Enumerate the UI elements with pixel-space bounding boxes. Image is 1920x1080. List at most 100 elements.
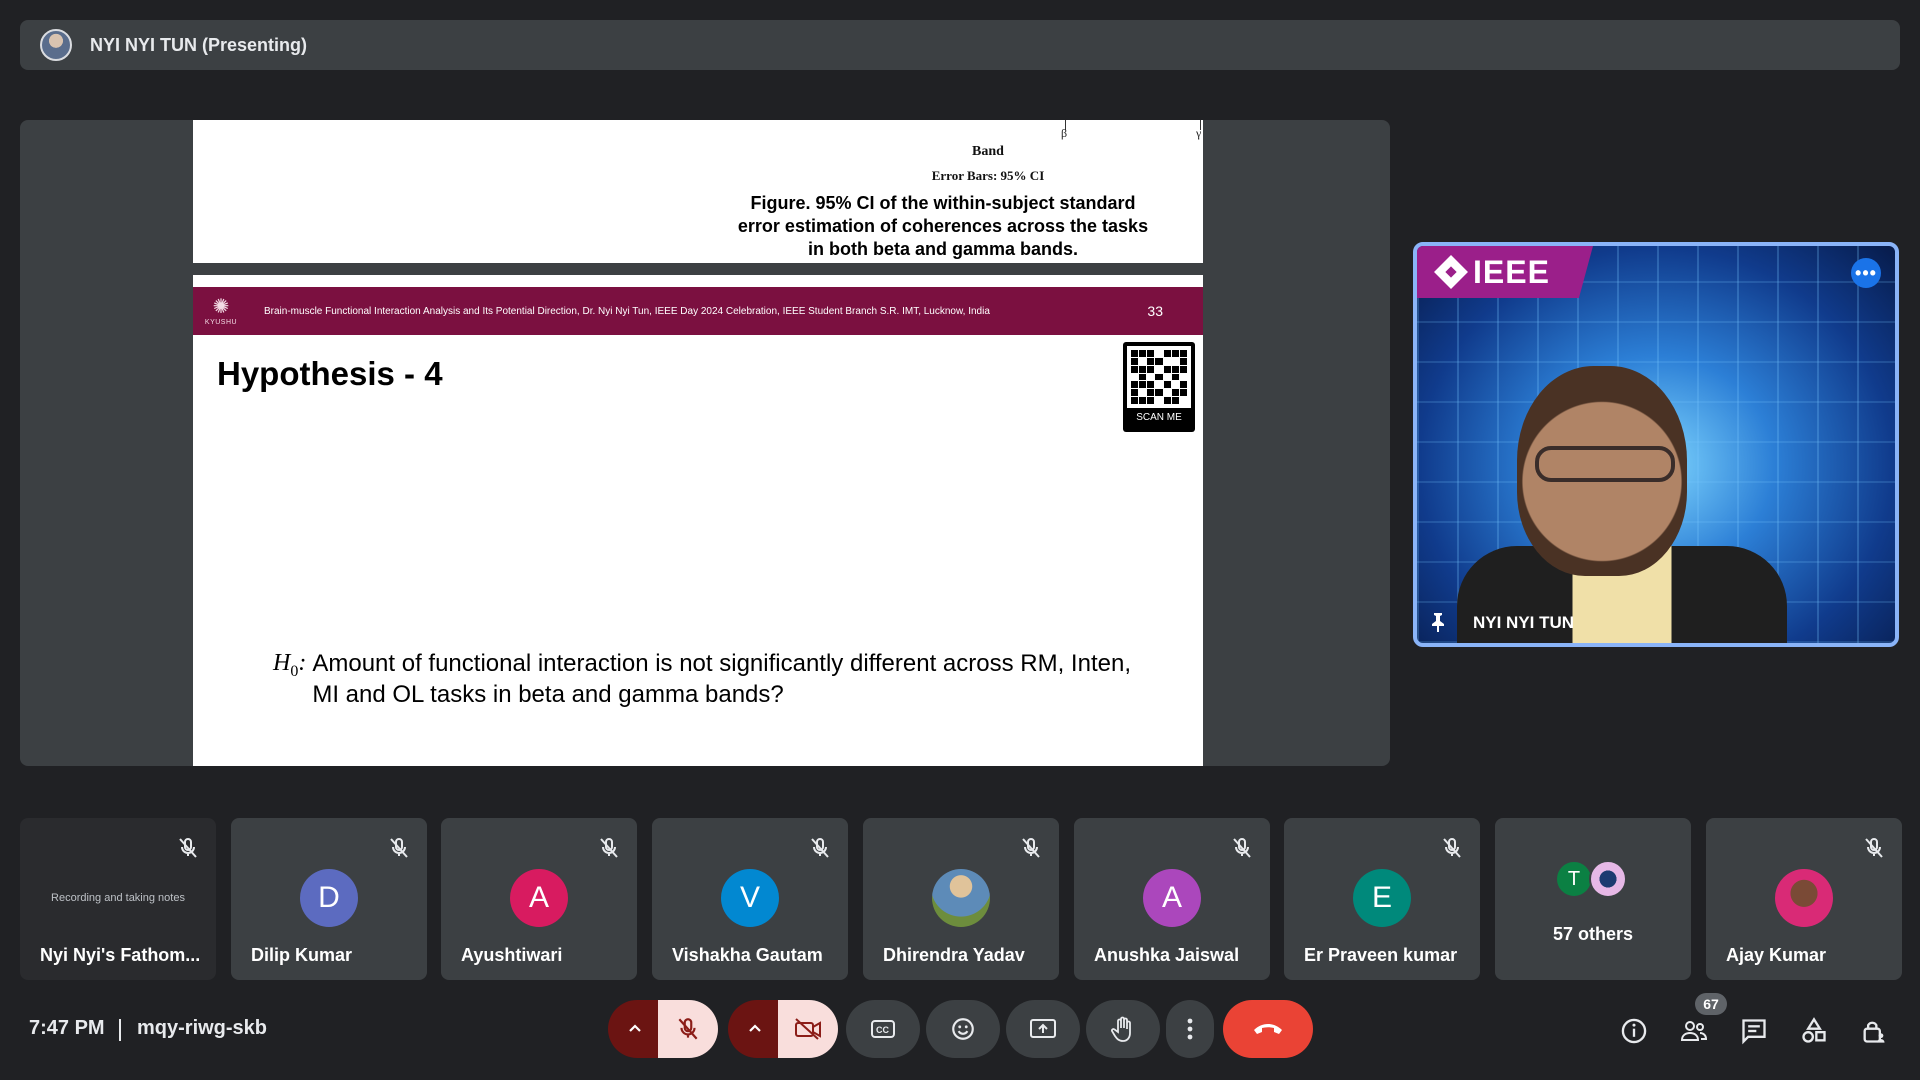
raise-hand-button[interactable] [1086, 1000, 1160, 1058]
mic-toggle-button[interactable] [658, 1000, 718, 1058]
svg-text:CC: CC [876, 1025, 889, 1035]
slide-header-text: Brain-muscle Functional Interaction Anal… [264, 305, 990, 317]
meeting-info-button[interactable] [1614, 1011, 1654, 1051]
hang-up-icon [1254, 1024, 1282, 1034]
slide-divider [193, 263, 1203, 275]
more-vertical-icon [1187, 1018, 1193, 1040]
avatar: V [721, 869, 779, 927]
shapes-icon [1802, 1017, 1826, 1043]
university-crest-icon: ✺ [212, 295, 230, 318]
participant-name: Anushka Jaiswal [1094, 945, 1240, 965]
hand-icon [1111, 1016, 1131, 1042]
error-bars-note: Error Bars: 95% CI [931, 168, 1045, 183]
mic-off-icon [1862, 836, 1886, 860]
participant-name: Dilip Kumar [251, 945, 353, 965]
pin-icon[interactable] [1425, 609, 1451, 635]
ieee-badge: IEEE [1417, 246, 1593, 298]
hypothesis-text: Amount of functional interaction is not … [312, 650, 1131, 708]
avatar [932, 869, 990, 927]
closed-captions-icon: CC [871, 1020, 895, 1038]
participant-tile[interactable]: Recording and taking notes Nyi Nyi's Fat… [20, 818, 216, 980]
meeting-code[interactable]: mqy-riwg-skb [137, 1017, 267, 1040]
slide-header: ✺ KYUSHU Brain-muscle Functional Interac… [193, 287, 1203, 335]
slide-page-number: 33 [1147, 303, 1163, 319]
present-button[interactable] [1006, 1000, 1080, 1058]
more-horizontal-icon[interactable]: ••• [1851, 258, 1881, 288]
qr-code: SCAN ME [1123, 342, 1195, 432]
participant-name: Er Praveen kumar [1304, 945, 1458, 965]
others-avatars: T [1555, 860, 1635, 900]
reactions-button[interactable] [926, 1000, 1000, 1058]
avatar: A [510, 869, 568, 927]
audio-options-button[interactable] [608, 1000, 662, 1058]
camera-toggle-button[interactable] [778, 1000, 838, 1058]
qr-label: SCAN ME [1136, 412, 1182, 423]
divider [119, 1019, 121, 1041]
chevron-up-icon [629, 1024, 641, 1032]
participant-tile[interactable]: E Er Praveen kumar [1284, 818, 1480, 980]
mic-off-icon [678, 1018, 698, 1040]
speaker-video-tile[interactable]: IEEE ••• NYI NYI TUN [1413, 242, 1899, 647]
participant-tile[interactable]: A Ayushtiwari [441, 818, 637, 980]
participant-name: Vishakha Gautam [672, 945, 823, 965]
mic-off-icon [176, 836, 200, 860]
avatar: E [1353, 869, 1411, 927]
participant-strip: Recording and taking notes Nyi Nyi's Fat… [20, 818, 1902, 980]
axis-ticks: β γ [893, 120, 1201, 140]
university-logo: ✺ KYUSHU [193, 287, 249, 335]
participant-tile[interactable]: D Dilip Kumar [231, 818, 427, 980]
qr-code-icon [1131, 350, 1187, 404]
slide-title: Hypothesis - 4 [217, 355, 443, 392]
hypothesis-statement: H0: Amount of functional interaction is … [273, 648, 1143, 710]
ieee-diamond-icon [1434, 255, 1468, 289]
captions-button[interactable]: CC [846, 1000, 920, 1058]
people-icon [1680, 1021, 1708, 1041]
tick-label-beta: β [1061, 126, 1068, 140]
speaker-glasses [1535, 446, 1675, 482]
more-options-button[interactable] [1166, 1000, 1214, 1058]
leave-call-button[interactable] [1223, 1000, 1313, 1058]
avatar [1589, 860, 1627, 898]
meeting-controls-bar: 7:47 PM mqy-riwg-skb CC 67 [0, 993, 1920, 1065]
participant-name: Nyi Nyi's Fathom... [40, 945, 201, 965]
participant-name: Ajay Kumar [1726, 945, 1827, 965]
university-name: KYUSHU [204, 318, 238, 326]
mic-off-icon [1440, 836, 1464, 860]
info-icon [1621, 1018, 1647, 1044]
participant-name: Ayushtiwari [461, 945, 563, 965]
presenter-bar[interactable]: NYI NYI TUN (Presenting) [20, 20, 1900, 70]
lock-person-icon [1863, 1021, 1885, 1043]
video-options-button[interactable] [728, 1000, 782, 1058]
others-tile[interactable]: T 57 others [1495, 818, 1691, 980]
chat-icon [1742, 1019, 1766, 1045]
others-label: 57 others [1552, 924, 1634, 944]
chat-button[interactable] [1734, 1011, 1774, 1051]
emoji-icon [952, 1018, 974, 1040]
activities-button[interactable] [1794, 1011, 1834, 1051]
hypothesis-symbol: H0: [273, 650, 307, 680]
speaker-name: NYI NYI TUN [1473, 613, 1575, 632]
camera-off-icon [795, 1018, 821, 1040]
avatar: A [1143, 869, 1201, 927]
mic-off-icon [597, 836, 621, 860]
mic-off-icon [1230, 836, 1254, 860]
previous-slide-fragment: β γ Band Error Bars: 95% CI Figure. 95% … [193, 120, 1203, 263]
figure-caption: Figure. 95% CI of the within-subject sta… [737, 193, 1149, 259]
participant-tile[interactable]: Ajay Kumar [1706, 818, 1902, 980]
mic-off-icon [1019, 836, 1043, 860]
host-controls-button[interactable] [1854, 1011, 1894, 1051]
present-screen-icon [1030, 1019, 1056, 1038]
people-button[interactable] [1674, 1011, 1714, 1051]
meeting-time: 7:47 PM [29, 1017, 105, 1039]
participant-name: Dhirendra Yadav [883, 945, 1025, 965]
ieee-badge-text: IEEE [1473, 253, 1550, 290]
avatar: D [300, 869, 358, 927]
presenter-label: NYI NYI TUN (Presenting) [90, 34, 308, 55]
participant-tile[interactable]: A Anushka Jaiswal [1074, 818, 1270, 980]
participant-tile[interactable]: V Vishakha Gautam [652, 818, 848, 980]
avatar: T [1555, 860, 1593, 898]
participant-tile[interactable]: Dhirendra Yadav [863, 818, 1059, 980]
axis-label: Band [972, 144, 1004, 159]
tick-label-gamma: γ [1196, 126, 1202, 140]
chevron-up-icon [749, 1024, 761, 1032]
